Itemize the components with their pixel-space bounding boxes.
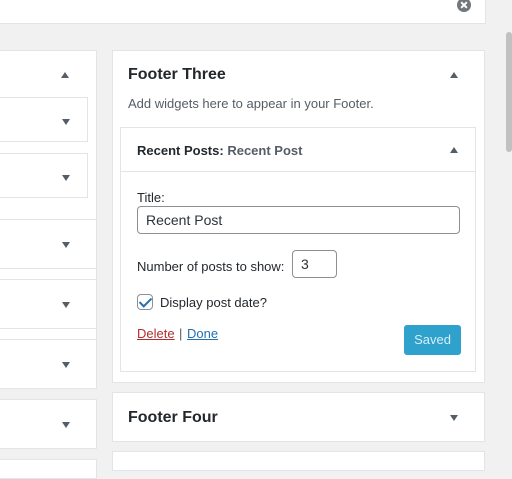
title-input[interactable]: Recent Post bbox=[137, 206, 460, 234]
footer-three-title[interactable]: Footer Three bbox=[128, 66, 226, 84]
caret-down-icon[interactable] bbox=[62, 242, 70, 248]
widget-area-left-4[interactable] bbox=[0, 279, 97, 329]
recent-posts-widget: Recent Posts: Recent Post Title: Recent … bbox=[120, 127, 476, 372]
widget-area-left-6[interactable] bbox=[0, 399, 97, 449]
caret-down-icon[interactable] bbox=[62, 302, 70, 308]
num-posts-label: Number of posts to show: bbox=[137, 259, 285, 274]
link-separator: | bbox=[179, 326, 183, 341]
search-box bbox=[0, 0, 486, 24]
delete-link[interactable]: Delete bbox=[137, 326, 175, 341]
caret-up-icon[interactable] bbox=[61, 72, 69, 78]
title-label: Title: bbox=[137, 190, 165, 205]
done-link[interactable]: Done bbox=[187, 326, 218, 341]
widget-area-left-7 bbox=[0, 459, 97, 479]
scrollbar-thumb[interactable] bbox=[506, 32, 512, 152]
widget-area-left-3[interactable] bbox=[0, 219, 97, 269]
caret-down-icon[interactable] bbox=[62, 175, 70, 181]
widget-item-left-1[interactable] bbox=[0, 97, 88, 142]
widget-header[interactable]: Recent Posts: Recent Post bbox=[121, 128, 475, 172]
footer-four-area[interactable]: Footer Four bbox=[112, 392, 485, 442]
caret-down-icon[interactable] bbox=[62, 422, 70, 428]
caret-down-icon[interactable] bbox=[450, 415, 458, 421]
caret-down-icon[interactable] bbox=[62, 119, 70, 125]
num-posts-input[interactable]: 3 bbox=[292, 250, 337, 278]
widget-area-left-5[interactable] bbox=[0, 339, 97, 389]
display-date-label: Display post date? bbox=[160, 295, 267, 310]
widget-title: Recent Posts: Recent Post bbox=[137, 143, 302, 158]
caret-down-icon[interactable] bbox=[62, 362, 70, 368]
footer-four-title[interactable]: Footer Four bbox=[128, 409, 218, 427]
caret-up-icon[interactable] bbox=[450, 72, 458, 78]
display-date-checkbox[interactable] bbox=[137, 294, 153, 310]
saved-button[interactable]: Saved bbox=[404, 325, 461, 355]
caret-up-icon[interactable] bbox=[450, 147, 458, 153]
next-widget-area bbox=[112, 451, 485, 471]
widget-title-prefix: Recent Posts: bbox=[137, 143, 224, 158]
widget-title-instance: Recent Post bbox=[227, 143, 303, 158]
footer-three-description: Add widgets here to appear in your Foote… bbox=[128, 96, 374, 111]
widget-item-left-2[interactable] bbox=[0, 153, 88, 198]
